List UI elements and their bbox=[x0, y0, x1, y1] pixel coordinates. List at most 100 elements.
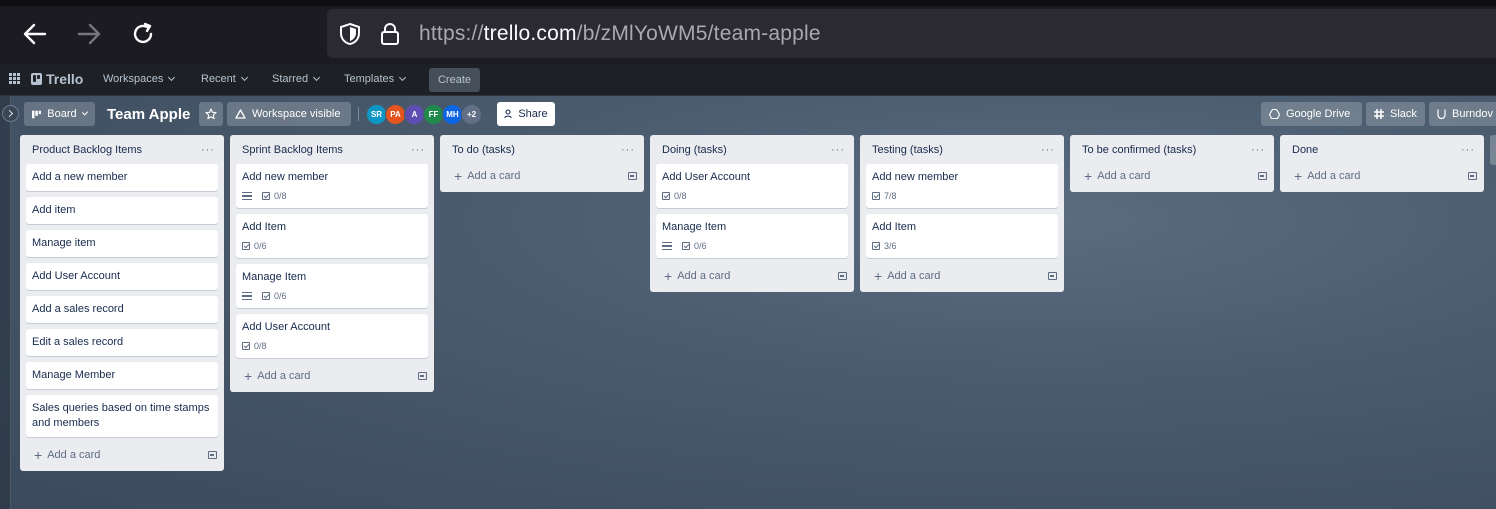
workspace-visible-icon bbox=[235, 109, 246, 119]
add-card-button[interactable]: + Add a card bbox=[454, 169, 520, 183]
card-title: Add new member bbox=[872, 171, 959, 183]
card[interactable]: Add User Account 0/8 bbox=[656, 164, 848, 208]
description-icon bbox=[242, 292, 252, 300]
expand-sidebar-button[interactable] bbox=[2, 105, 19, 122]
add-card-button[interactable]: + Add a card bbox=[664, 269, 730, 283]
checklist-badge: 0/6 bbox=[242, 241, 267, 251]
list-title[interactable]: To be confirmed (tasks) bbox=[1082, 144, 1196, 156]
plus-icon: + bbox=[34, 446, 43, 463]
avatar[interactable]: FF bbox=[423, 104, 444, 125]
share-button[interactable]: Share bbox=[497, 102, 555, 126]
checklist-badge: 3/6 bbox=[872, 241, 897, 251]
add-card-row: + Add a card bbox=[440, 162, 644, 192]
add-list-button[interactable] bbox=[1490, 135, 1496, 165]
shield-icon[interactable] bbox=[337, 21, 363, 47]
address-bar[interactable]: https://trello.com/b/zMlYoWM5/team-apple bbox=[327, 9, 1496, 58]
avatar[interactable]: PA bbox=[385, 104, 406, 125]
create-button[interactable]: Create bbox=[429, 68, 480, 92]
menu-starred[interactable]: Starred bbox=[272, 73, 321, 85]
avatar[interactable]: A bbox=[404, 104, 425, 125]
avatar[interactable]: MH bbox=[442, 104, 463, 125]
add-card-button[interactable]: + Add a card bbox=[34, 446, 100, 463]
card-template-icon[interactable] bbox=[418, 372, 427, 380]
chevron-down-icon bbox=[240, 73, 248, 82]
powerup-burndown[interactable]: Burndov bbox=[1429, 102, 1496, 126]
add-card-row: + Add a card bbox=[230, 362, 434, 392]
member-avatars: SR PA A FF MH +2 bbox=[366, 104, 482, 125]
list-menu-icon[interactable]: ··· bbox=[1461, 144, 1475, 156]
list-menu-icon[interactable]: ··· bbox=[1251, 144, 1265, 156]
list-title[interactable]: Product Backlog Items bbox=[32, 144, 142, 156]
chevron-down-icon bbox=[168, 73, 176, 82]
card[interactable]: Add a sales record bbox=[26, 296, 218, 323]
card[interactable]: Edit a sales record bbox=[26, 329, 218, 356]
card-title: Add User Account bbox=[32, 270, 121, 282]
card[interactable]: Sales queries based on time stamps and m… bbox=[26, 395, 218, 437]
card[interactable]: Manage Item 0/6 bbox=[656, 214, 848, 258]
card-template-icon[interactable] bbox=[1048, 272, 1057, 280]
card[interactable]: Manage item bbox=[26, 230, 218, 257]
card[interactable]: Add new member 0/8 bbox=[236, 164, 428, 208]
card[interactable]: Manage Item 0/6 bbox=[236, 264, 428, 308]
card[interactable]: Add a new member bbox=[26, 164, 218, 191]
card[interactable]: Add User Account 0/8 bbox=[236, 314, 428, 358]
list-title[interactable]: Sprint Backlog Items bbox=[242, 144, 343, 156]
list-menu-icon[interactable]: ··· bbox=[621, 144, 635, 156]
list-to-be-confirmed: To be confirmed (tasks) ··· + Add a card bbox=[1070, 135, 1274, 192]
slack-icon bbox=[1374, 109, 1384, 119]
add-card-button[interactable]: + Add a card bbox=[244, 369, 310, 383]
add-card-button[interactable]: + Add a card bbox=[874, 269, 940, 283]
trello-logo-text: Trello bbox=[46, 71, 84, 87]
visibility-button[interactable]: Workspace visible bbox=[227, 102, 351, 126]
lock-icon[interactable] bbox=[377, 21, 403, 47]
list-menu-icon[interactable]: ··· bbox=[201, 144, 215, 156]
menu-workspaces[interactable]: Workspaces bbox=[103, 73, 176, 85]
forward-icon[interactable] bbox=[75, 20, 103, 48]
card[interactable]: Add new member 7/8 bbox=[866, 164, 1058, 208]
checklist-icon bbox=[872, 242, 880, 250]
card[interactable]: Add User Account bbox=[26, 263, 218, 290]
card[interactable]: Manage Member bbox=[26, 362, 218, 389]
list-menu-icon[interactable]: ··· bbox=[1041, 144, 1055, 156]
list-title[interactable]: To do (tasks) bbox=[452, 144, 515, 156]
app-switcher-icon[interactable] bbox=[9, 73, 20, 84]
card[interactable]: Add item bbox=[26, 197, 218, 224]
add-card-button[interactable]: + Add a card bbox=[1084, 167, 1150, 184]
reload-icon[interactable] bbox=[129, 20, 157, 48]
list-menu-icon[interactable]: ··· bbox=[411, 144, 425, 156]
board-view-switcher[interactable]: Board bbox=[24, 102, 95, 126]
card-template-icon[interactable] bbox=[838, 272, 847, 280]
powerup-slack[interactable]: Slack bbox=[1366, 102, 1425, 126]
board-title[interactable]: Team Apple bbox=[107, 106, 190, 123]
list-title[interactable]: Doing (tasks) bbox=[662, 144, 727, 156]
card-template-icon[interactable] bbox=[1468, 172, 1477, 180]
list-menu-icon[interactable]: ··· bbox=[831, 144, 845, 156]
back-icon[interactable] bbox=[21, 20, 49, 48]
trello-logo[interactable]: Trello bbox=[31, 71, 83, 87]
card-title: Sales queries based on time stamps and m… bbox=[32, 402, 210, 429]
list-header: Product Backlog Items ··· bbox=[20, 135, 224, 164]
card-template-icon[interactable] bbox=[1258, 172, 1267, 180]
powerup-google-drive[interactable]: Google Drive bbox=[1261, 102, 1362, 126]
list-title[interactable]: Done bbox=[1292, 144, 1318, 156]
card-title: Edit a sales record bbox=[32, 336, 124, 348]
list-header: To do (tasks) ··· bbox=[440, 135, 644, 164]
card[interactable]: Add Item 3/6 bbox=[866, 214, 1058, 258]
plus-icon: + bbox=[1084, 167, 1093, 184]
list-title[interactable]: Testing (tasks) bbox=[872, 144, 943, 156]
menu-recent[interactable]: Recent bbox=[201, 73, 248, 85]
card[interactable]: Add Item 0/6 bbox=[236, 214, 428, 258]
powerup-label: Google Drive bbox=[1286, 108, 1351, 120]
list-todo: To do (tasks) ··· + Add a card bbox=[440, 135, 644, 192]
star-board-button[interactable] bbox=[199, 102, 223, 126]
description-icon bbox=[662, 242, 672, 250]
more-members-avatar[interactable]: +2 bbox=[461, 104, 482, 125]
card-template-icon[interactable] bbox=[628, 172, 637, 180]
list-header: Done ··· bbox=[1280, 135, 1484, 164]
card-template-icon[interactable] bbox=[208, 451, 217, 459]
list-header: To be confirmed (tasks) ··· bbox=[1070, 135, 1274, 164]
avatar[interactable]: SR bbox=[366, 104, 387, 125]
add-card-button[interactable]: + Add a card bbox=[1294, 169, 1360, 183]
menu-templates[interactable]: Templates bbox=[344, 73, 407, 85]
list-header: Doing (tasks) ··· bbox=[650, 135, 854, 164]
